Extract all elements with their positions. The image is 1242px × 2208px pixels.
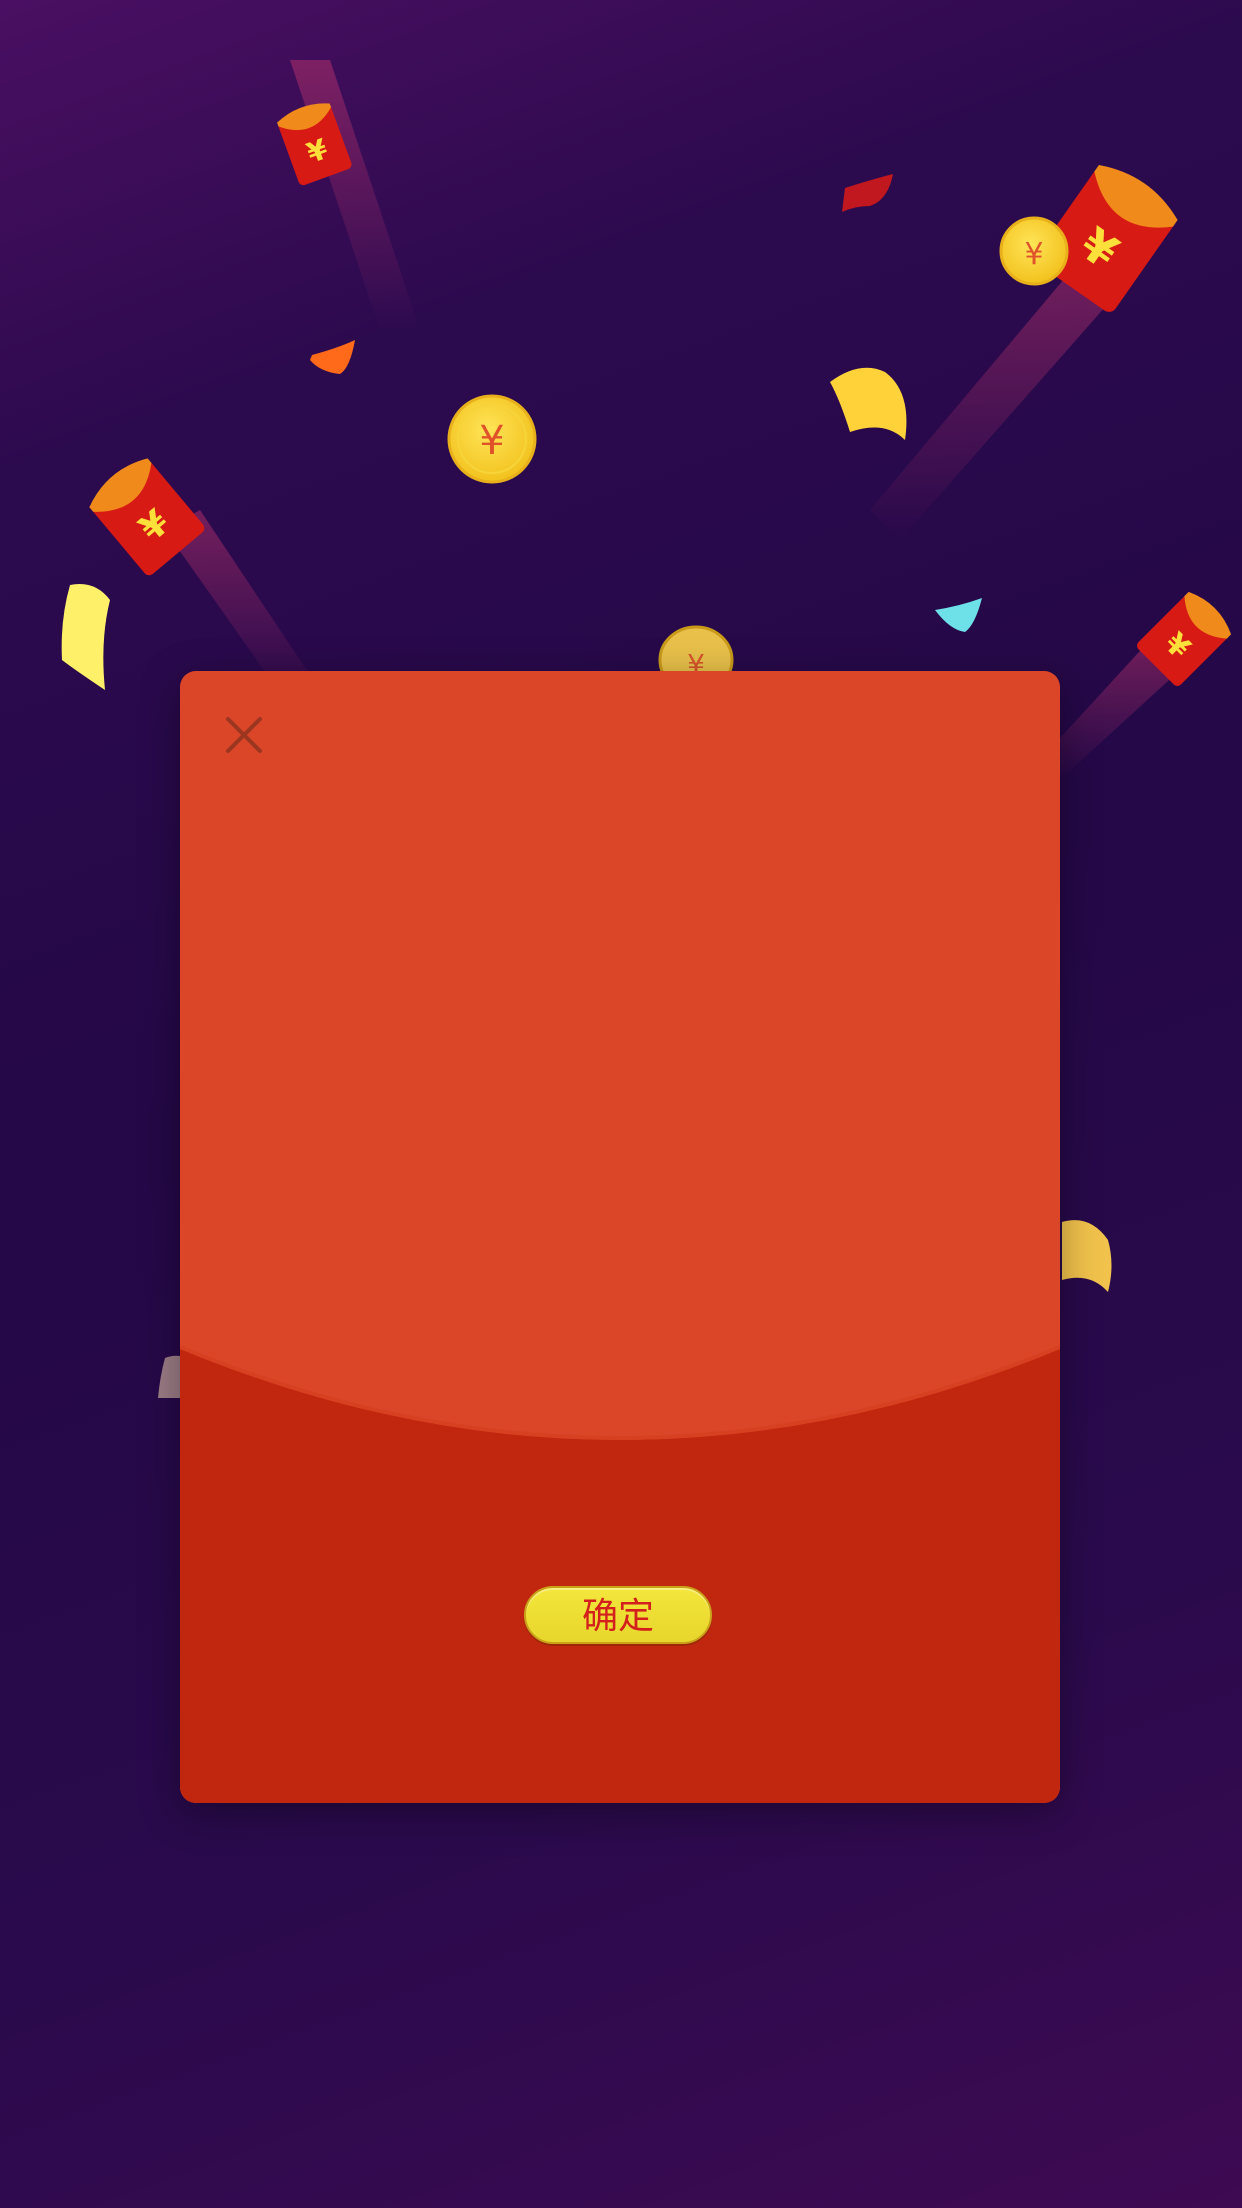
- coin-icon: ¥: [447, 394, 537, 484]
- close-button[interactable]: [220, 711, 268, 759]
- coin-symbol: ¥: [479, 418, 504, 464]
- close-icon: [226, 717, 262, 753]
- coin-symbol: ¥: [1024, 237, 1043, 272]
- red-packet-dialog: 确定: [180, 671, 1060, 1803]
- coin-icon: ¥: [999, 216, 1069, 286]
- confirm-button[interactable]: 确定: [524, 1586, 712, 1644]
